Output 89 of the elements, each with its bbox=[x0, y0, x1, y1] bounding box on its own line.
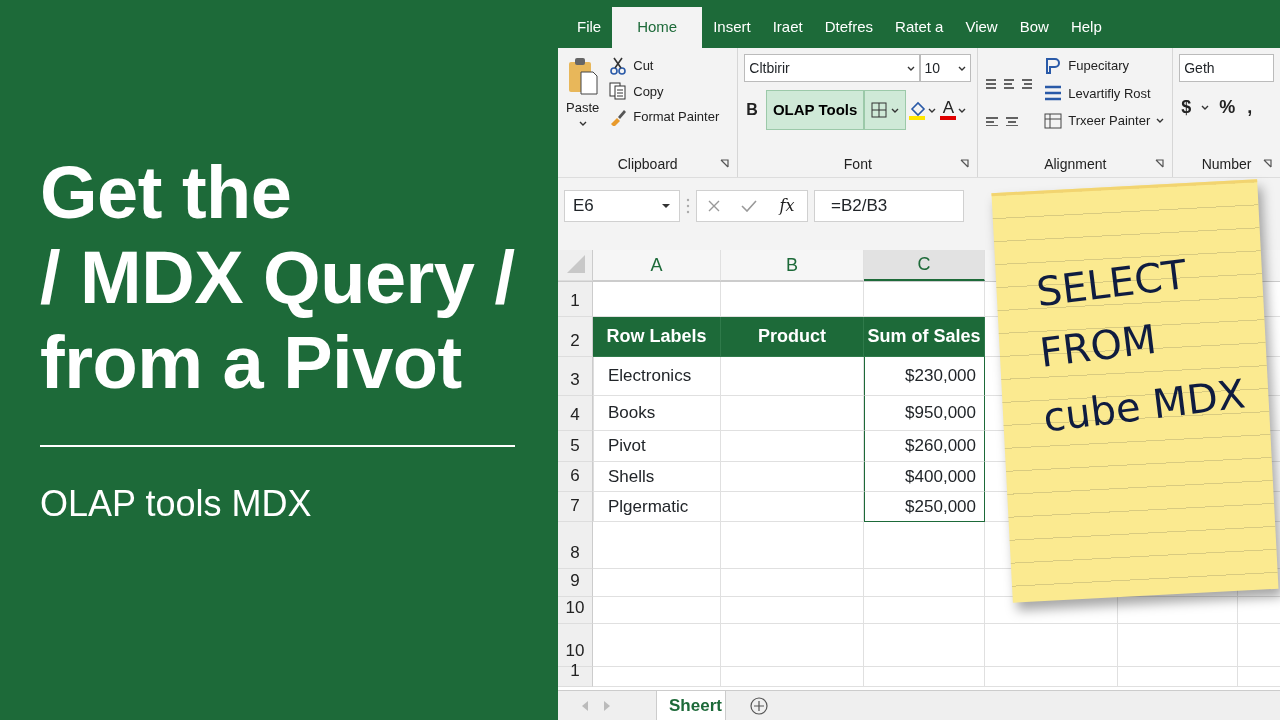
row-header[interactable]: 5 bbox=[558, 431, 593, 462]
olap-tools-button[interactable]: OLAP Tools bbox=[765, 90, 865, 130]
dialog-launcher-icon[interactable] bbox=[1155, 159, 1165, 168]
ribbon-tab[interactable]: Bow bbox=[1008, 7, 1060, 48]
table-cell: $950,000 bbox=[864, 396, 985, 431]
table-cell: $250,000 bbox=[864, 492, 985, 522]
name-box[interactable]: E6 bbox=[564, 190, 680, 222]
ribbon-tab[interactable]: View bbox=[954, 7, 1009, 48]
row-header[interactable]: 10 bbox=[558, 597, 593, 624]
check-icon[interactable] bbox=[740, 200, 757, 212]
row-header[interactable]: 7 bbox=[558, 492, 593, 522]
cut-button[interactable]: Cut bbox=[607, 54, 722, 78]
number-format-field[interactable]: Geth bbox=[1179, 54, 1274, 82]
ribbon-tab[interactable]: Iraet bbox=[761, 7, 814, 48]
caret-icon[interactable] bbox=[661, 203, 671, 209]
caret-icon[interactable] bbox=[928, 106, 937, 114]
row-header[interactable]: 6 bbox=[558, 462, 593, 492]
ribbon-tab[interactable]: Insert bbox=[702, 7, 762, 48]
format-painter-button[interactable]: Format Painter bbox=[607, 105, 722, 129]
table-cell: Books bbox=[593, 396, 721, 431]
font-color-button[interactable]: A bbox=[938, 98, 969, 122]
row-header[interactable]: 1 bbox=[558, 282, 593, 317]
table-cell: $230,000 bbox=[864, 357, 985, 396]
table-cell: Shells bbox=[593, 462, 721, 492]
row-header[interactable]: 3 bbox=[558, 357, 593, 396]
lines-icon bbox=[1044, 84, 1063, 103]
table-cell: $260,000 bbox=[864, 431, 985, 462]
grip-icon bbox=[686, 198, 690, 214]
column-header[interactable]: C bbox=[864, 250, 985, 281]
copy-icon bbox=[609, 82, 628, 101]
caret-icon[interactable] bbox=[906, 64, 915, 72]
ribbon-tab[interactable]: Ratet a bbox=[884, 7, 955, 48]
ribbon-tab[interactable]: Home bbox=[612, 7, 703, 48]
font-name-dropdown[interactable]: Cltbirir bbox=[744, 54, 920, 82]
column-header[interactable]: A bbox=[593, 250, 721, 281]
table-icon bbox=[1044, 111, 1063, 130]
headline-text: / MDX Query / bbox=[40, 235, 515, 320]
bold-button[interactable]: B bbox=[744, 98, 766, 122]
pivot-header-cell: Product bbox=[721, 317, 864, 357]
group-label: Clipboard bbox=[617, 154, 678, 174]
clipboard-icon bbox=[566, 56, 599, 96]
row-header[interactable]: 2 bbox=[558, 317, 593, 357]
scissors-icon bbox=[609, 56, 628, 75]
formula-field[interactable]: =B2/B3 bbox=[814, 190, 964, 222]
copy-button[interactable]: Copy bbox=[607, 79, 722, 103]
column-header[interactable]: B bbox=[721, 250, 864, 281]
row-header[interactable]: 9 bbox=[558, 569, 593, 597]
pivot-header-cell: Row Labels bbox=[593, 317, 721, 357]
number-format-button[interactable]: , bbox=[1245, 92, 1255, 123]
table-cell: Pivot bbox=[593, 431, 721, 462]
row-header[interactable]: 4 bbox=[558, 396, 593, 431]
insert-function-button[interactable]: fx bbox=[777, 192, 797, 220]
dialog-launcher-icon[interactable] bbox=[1263, 159, 1272, 168]
ribbon-tab[interactable]: File bbox=[566, 7, 613, 48]
dialog-launcher-icon[interactable] bbox=[960, 159, 970, 168]
alignment-option[interactable]: Fupecitary bbox=[1042, 54, 1167, 78]
group-label: Font bbox=[843, 154, 872, 174]
dialog-launcher-icon[interactable] bbox=[720, 159, 730, 168]
font-size-dropdown[interactable]: 10 bbox=[919, 54, 972, 82]
table-cell: Plgermatic bbox=[593, 492, 721, 522]
caret-icon[interactable] bbox=[958, 106, 967, 114]
row-header[interactable]: 8 bbox=[558, 522, 593, 569]
group-label: Alignment bbox=[1044, 154, 1107, 174]
group-label: Number bbox=[1201, 154, 1252, 174]
pivot-header-cell: Sum of Sales bbox=[864, 317, 985, 357]
subtitle-text: OLAP tools MDX bbox=[40, 482, 312, 526]
caret-icon[interactable] bbox=[891, 106, 900, 114]
paint-bucket-icon bbox=[908, 100, 927, 120]
caret-icon[interactable] bbox=[958, 64, 967, 72]
number-format-button[interactable]: % bbox=[1217, 92, 1238, 123]
caret-icon[interactable] bbox=[578, 119, 587, 127]
cancel-icon[interactable] bbox=[707, 200, 720, 212]
caret-icon[interactable] bbox=[1201, 104, 1210, 111]
add-sheet-icon[interactable] bbox=[750, 696, 768, 715]
alignment-option[interactable]: Trxeer Painter bbox=[1042, 109, 1167, 133]
number-format-button[interactable]: $ bbox=[1179, 92, 1194, 123]
caret-icon[interactable] bbox=[1156, 117, 1165, 125]
table-cell: $400,000 bbox=[864, 462, 985, 492]
ribbon-tab[interactable]: Help bbox=[1059, 7, 1113, 48]
pen-icon bbox=[1044, 56, 1063, 75]
ribbon-tab[interactable]: Dtefres bbox=[813, 7, 885, 48]
paintbrush-icon bbox=[609, 107, 628, 126]
headline-text: Get the bbox=[40, 150, 292, 235]
grid-icon bbox=[871, 102, 888, 118]
headline-text: from a Pivot bbox=[40, 320, 462, 405]
alignment-option[interactable]: Levartifly Rost bbox=[1042, 81, 1167, 105]
sheet-tab[interactable]: Sheert bbox=[656, 691, 726, 720]
table-cell: Electronics bbox=[593, 357, 721, 396]
paste-button[interactable]: Paste bbox=[564, 54, 602, 151]
